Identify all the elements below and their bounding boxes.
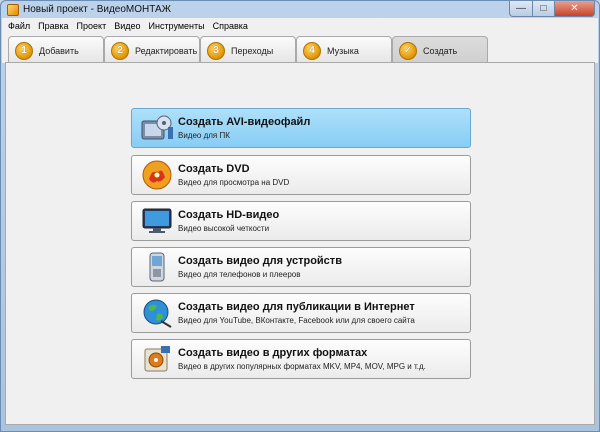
window-title: Новый проект - ВидеоМОНТАЖ: [23, 4, 171, 15]
tab-music[interactable]: 4 Музыка: [296, 36, 392, 64]
step-number-badge: 1: [15, 41, 33, 60]
tab-transitions[interactable]: 3 Переходы: [200, 36, 296, 64]
tab-create[interactable]: ✓ Создать: [392, 36, 488, 64]
tab-label: Редактировать: [135, 45, 198, 56]
tab-label: Добавить: [39, 45, 79, 56]
menu-project[interactable]: Проект: [77, 21, 107, 31]
step-number-badge: 4: [303, 41, 321, 60]
option-subtitle: Видео для YouTube, ВКонтакте, Facebook и…: [178, 316, 415, 325]
create-panel: Создать AVI-видеофайл Видео для ПК Созда…: [5, 62, 595, 425]
tab-edit[interactable]: 2 Редактировать: [104, 36, 200, 64]
option-title: Создать HD-видео: [178, 209, 280, 221]
app-window: Новый проект - ВидеоМОНТАЖ — □ ✕ Файл Пр…: [0, 0, 600, 432]
option-title: Создать DVD: [178, 163, 250, 175]
maximize-button[interactable]: □: [533, 1, 555, 17]
tab-add[interactable]: 1 Добавить: [8, 36, 104, 64]
minimize-button[interactable]: —: [509, 1, 533, 17]
option-title: Создать видео в других форматах: [178, 347, 368, 359]
tab-label: Создать: [423, 45, 458, 56]
create-avi-option[interactable]: Создать AVI-видеофайл Видео для ПК: [131, 108, 471, 148]
menu-file[interactable]: Файл: [8, 21, 30, 31]
step-number-badge: 2: [111, 41, 129, 60]
option-subtitle: Видео высокой четкости: [178, 224, 270, 233]
option-title: Создать видео для устройств: [178, 255, 342, 267]
dvd-disc-icon: [140, 158, 174, 192]
title-bar[interactable]: Новый проект - ВидеоМОНТАЖ — □ ✕: [1, 1, 599, 18]
option-subtitle: Видео для просмотра на DVD: [178, 178, 290, 187]
option-title: Создать AVI-видеофайл: [178, 116, 311, 128]
step-tabs: 1 Добавить 2 Редактировать 3 Переходы 4 …: [2, 33, 598, 64]
film-reel-icon: [140, 111, 174, 145]
hd-monitor-icon: [140, 204, 174, 238]
create-dvd-option[interactable]: Создать DVD Видео для просмотра на DVD: [131, 155, 471, 195]
option-subtitle: Видео в других популярных форматах MKV, …: [178, 362, 426, 371]
option-title: Создать видео для публикации в Интернет: [178, 301, 415, 313]
app-logo-icon: [7, 3, 19, 16]
tab-label: Переходы: [231, 45, 274, 56]
menu-video[interactable]: Видео: [114, 21, 140, 31]
mobile-phone-icon: [140, 250, 174, 284]
create-internet-option[interactable]: Создать видео для публикации в Интернет …: [131, 293, 471, 333]
create-other-formats-option[interactable]: Создать видео в других форматах Видео в …: [131, 339, 471, 379]
create-hd-option[interactable]: Создать HD-видео Видео высокой четкости: [131, 201, 471, 241]
menu-tools[interactable]: Инструменты: [149, 21, 205, 31]
checkmark-icon: ✓: [399, 41, 417, 60]
menu-help[interactable]: Справка: [213, 21, 248, 31]
film-formats-icon: [140, 342, 174, 376]
create-devices-option[interactable]: Создать видео для устройств Видео для те…: [131, 247, 471, 287]
window-controls: — □ ✕: [509, 1, 595, 17]
option-subtitle: Видео для телефонов и плееров: [178, 270, 301, 279]
menu-bar: Файл Правка Проект Видео Инструменты Спр…: [2, 18, 598, 33]
globe-icon: [140, 296, 174, 330]
step-number-badge: 3: [207, 41, 225, 60]
menu-edit[interactable]: Правка: [38, 21, 68, 31]
option-subtitle: Видео для ПК: [178, 131, 230, 140]
tab-label: Музыка: [327, 45, 359, 56]
close-button[interactable]: ✕: [555, 1, 595, 17]
